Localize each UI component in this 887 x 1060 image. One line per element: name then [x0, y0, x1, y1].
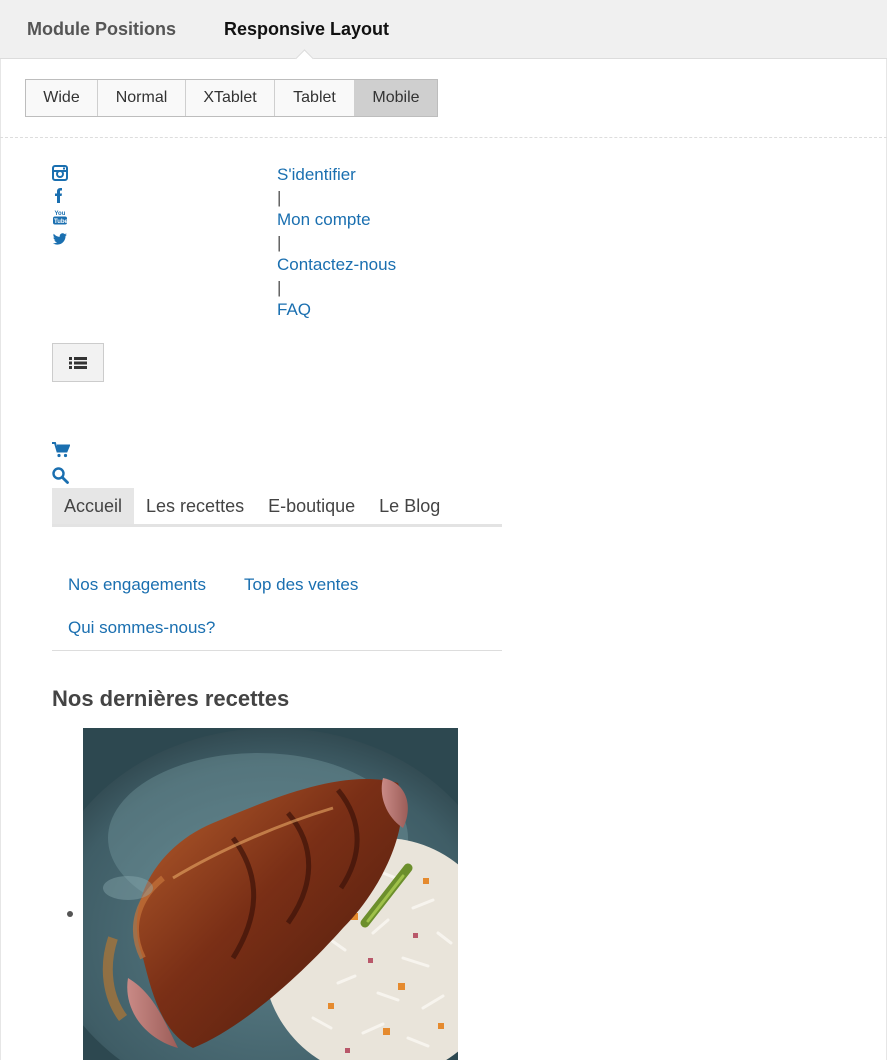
latest-recipes-heading: Nos dernières recettes [52, 686, 290, 711]
nav-item-recipes[interactable]: Les recettes [134, 488, 256, 524]
subnav-bestsellers-link[interactable]: Top des ventes [244, 575, 358, 595]
layout-mobile-button[interactable]: Mobile [355, 80, 437, 116]
link-separator: | [277, 232, 282, 252]
social-links: You Tube [52, 165, 72, 253]
layout-tablet-button[interactable]: Tablet [275, 80, 355, 116]
link-separator: | [277, 277, 282, 297]
facebook-icon[interactable] [52, 187, 68, 203]
subnav-about-link[interactable]: Qui sommes-nous? [68, 618, 215, 638]
login-link[interactable]: S'identifier [277, 164, 396, 187]
active-tab-caret [295, 49, 314, 68]
contact-link[interactable]: Contactez-nous [277, 254, 396, 277]
list-bullet [67, 911, 73, 917]
youtube-icon[interactable]: You Tube [52, 209, 69, 225]
preview-divider [0, 137, 887, 138]
menu-list-icon [69, 356, 87, 369]
nav-item-shop[interactable]: E-boutique [256, 488, 367, 524]
tab-module-positions[interactable]: Module Positions [27, 19, 176, 40]
tab-responsive-layout[interactable]: Responsive Layout [224, 19, 389, 40]
layout-normal-button[interactable]: Normal [98, 80, 186, 116]
svg-text:Tube: Tube [54, 219, 68, 225]
sub-nav: Nos engagements Top des ventes Qui somme… [52, 560, 502, 651]
twitter-icon[interactable] [52, 231, 68, 247]
link-separator: | [277, 187, 282, 207]
header-links: S'identifier | Mon compte | Contactez-no… [277, 164, 396, 322]
search-icon[interactable] [52, 467, 69, 489]
main-nav: Accueil Les recettes E-boutique Le Blog [52, 488, 502, 527]
nav-item-home[interactable]: Accueil [52, 488, 135, 524]
faq-link[interactable]: FAQ [277, 299, 396, 322]
mobile-menu-button[interactable] [52, 343, 104, 382]
top-tab-bar: Module Positions Responsive Layout [0, 0, 887, 68]
layout-xtablet-button[interactable]: XTablet [186, 80, 275, 116]
cart-icon[interactable] [52, 442, 71, 463]
instagram-icon[interactable] [52, 165, 68, 181]
nav-item-blog[interactable]: Le Blog [367, 488, 452, 524]
account-link[interactable]: Mon compte [277, 209, 396, 232]
layout-wide-button[interactable]: Wide [26, 80, 98, 116]
svg-text:You: You [55, 211, 66, 217]
recipe-image[interactable] [83, 728, 458, 1060]
frame-left-border [0, 59, 1, 1060]
layout-selector: Wide Normal XTablet Tablet Mobile [25, 79, 438, 117]
subnav-commitments-link[interactable]: Nos engagements [68, 575, 206, 595]
